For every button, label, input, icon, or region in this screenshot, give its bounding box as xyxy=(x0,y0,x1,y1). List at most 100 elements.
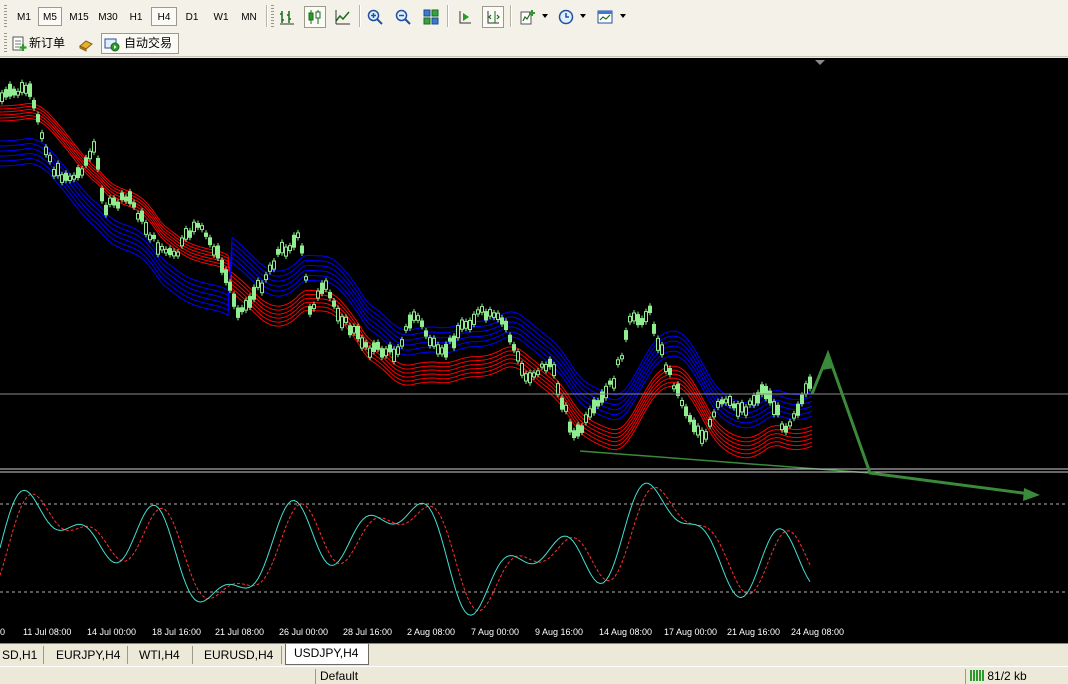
candle-body xyxy=(668,367,672,375)
tab-eurusd-h4[interactable]: EURUSD,H4 xyxy=(196,646,282,664)
candle-body xyxy=(792,413,796,419)
candle-body xyxy=(380,348,384,358)
candle-body xyxy=(376,341,380,350)
candle-body xyxy=(208,237,212,246)
candle-body xyxy=(716,401,720,408)
candlestick-icon[interactable] xyxy=(304,6,326,28)
tab-wti-h4[interactable]: WTI,H4 xyxy=(131,646,193,664)
candle-body xyxy=(288,245,292,251)
candle-body xyxy=(788,421,792,427)
new-order-icon xyxy=(12,36,27,51)
timeframe-h4[interactable]: H4 xyxy=(151,7,177,26)
new-order-button[interactable]: 新订单 xyxy=(8,33,70,54)
timeframe-w1[interactable]: W1 xyxy=(208,7,234,26)
candle-body xyxy=(632,312,636,322)
toolbar-grip[interactable] xyxy=(4,33,7,53)
candle-body xyxy=(540,363,544,368)
market-watch-button[interactable] xyxy=(74,33,98,54)
tab-sd-h1[interactable]: SD,H1 xyxy=(0,646,44,664)
date-axis-label: 28 Jul 16:00 xyxy=(343,627,393,637)
chart-shift-icon[interactable] xyxy=(482,6,504,28)
candle-body xyxy=(104,204,108,216)
candle-body xyxy=(680,400,684,407)
auto-scroll-icon[interactable] xyxy=(454,6,476,28)
chevron-down-icon[interactable] xyxy=(620,14,626,18)
candle-body xyxy=(560,397,564,410)
zoom-out-icon[interactable] xyxy=(392,6,414,28)
toolbar-grip[interactable] xyxy=(271,5,274,27)
candle-body xyxy=(616,359,620,366)
candle-body xyxy=(296,232,300,238)
toolbar-separator xyxy=(447,5,449,27)
candle-body xyxy=(176,251,180,257)
candle-body xyxy=(612,378,616,389)
candle-body xyxy=(500,317,504,325)
candle-body xyxy=(24,84,28,94)
candle-body xyxy=(696,425,700,436)
moving-average-line xyxy=(0,108,813,451)
date-axis-label: 18 Jul 16:00 xyxy=(152,627,202,637)
templates-icon[interactable] xyxy=(594,6,616,28)
tab-usdjpy-h4[interactable]: USDJPY,H4 xyxy=(285,644,369,665)
price-chart[interactable] xyxy=(0,58,1068,643)
indicators-icon[interactable] xyxy=(517,6,539,28)
candle-body xyxy=(112,197,116,206)
candle-body xyxy=(552,364,556,377)
candle-body xyxy=(640,318,644,325)
candle-body xyxy=(628,315,632,323)
trend-line xyxy=(579,450,871,474)
periods-clock-icon[interactable] xyxy=(555,6,577,28)
candle-body xyxy=(228,281,232,291)
auto-trading-button[interactable]: 自动交易 xyxy=(101,33,179,54)
timeframe-m5[interactable]: M5 xyxy=(38,7,62,26)
timeframe-h1[interactable]: H1 xyxy=(124,7,148,26)
chart-canvas[interactable] xyxy=(0,58,1068,643)
candle-body xyxy=(596,400,600,407)
candle-body xyxy=(132,202,136,208)
candle-body xyxy=(480,306,484,313)
candle-body xyxy=(76,167,80,178)
candle-body xyxy=(20,82,24,93)
candle-body xyxy=(276,249,280,255)
candle-body xyxy=(256,280,260,288)
candle-body xyxy=(336,307,340,322)
arrow-head-up xyxy=(822,350,834,370)
toolbar-separator xyxy=(359,5,361,27)
toolbar-separator xyxy=(266,5,268,27)
candle-body xyxy=(396,346,400,355)
date-axis-label: 9 Aug 16:00 xyxy=(535,627,584,637)
candle-body xyxy=(252,286,256,300)
timeframe-mn[interactable]: MN xyxy=(236,7,262,26)
chart-tabs: SD,H1 EURJPY,H4 WTI,H4 EURUSD,H4 USDJPY,… xyxy=(0,643,1068,666)
candle-body xyxy=(800,394,804,405)
candle-body xyxy=(224,269,228,284)
candle-body xyxy=(496,312,500,320)
candle-body xyxy=(272,260,276,270)
candle-body xyxy=(428,337,432,347)
tab-eurjpy-h4[interactable]: EURJPY,H4 xyxy=(48,646,128,664)
timeframe-m30[interactable]: M30 xyxy=(94,7,122,26)
candle-body xyxy=(232,293,236,307)
candle-body xyxy=(532,372,536,378)
toolbar-grip[interactable] xyxy=(4,5,7,27)
tile-windows-icon[interactable] xyxy=(420,6,442,28)
candle-body xyxy=(760,384,764,395)
timeframe-m1[interactable]: M1 xyxy=(12,7,36,26)
candle-body xyxy=(780,423,784,431)
moving-average-line xyxy=(0,114,813,443)
candle-body xyxy=(624,330,628,340)
connection-bars-icon xyxy=(970,670,984,681)
chevron-down-icon[interactable] xyxy=(542,14,548,18)
timeframe-d1[interactable]: D1 xyxy=(180,7,204,26)
candle-body xyxy=(688,415,692,423)
line-chart-icon[interactable] xyxy=(332,6,354,28)
candle-body xyxy=(492,312,496,318)
candle-body xyxy=(404,326,408,331)
chevron-down-icon[interactable] xyxy=(580,14,586,18)
zoom-in-icon[interactable] xyxy=(364,6,386,28)
candle-body xyxy=(72,174,76,180)
timeframe-m15[interactable]: M15 xyxy=(65,7,93,26)
candle-body xyxy=(88,150,92,160)
chart-shift-marker xyxy=(815,60,825,65)
bar-chart-icon[interactable] xyxy=(276,6,298,28)
